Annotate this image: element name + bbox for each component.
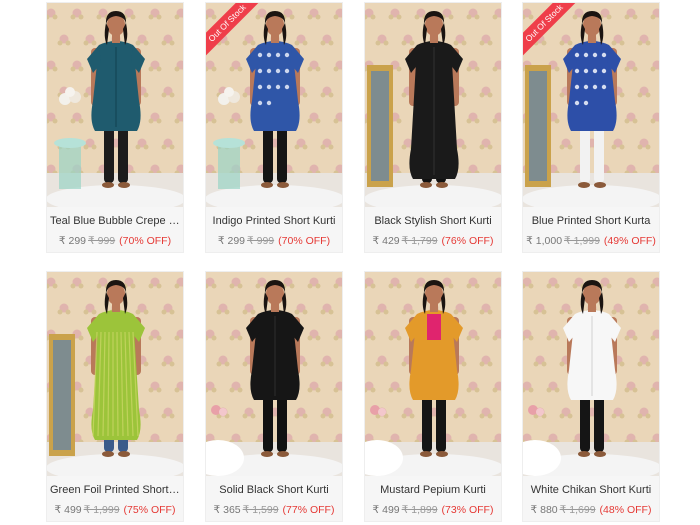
original-price: ₹ 1,599 [242,504,279,516]
price-row: ₹ 299 ₹ 999 (70% OFF) [47,235,183,247]
price-row: ₹ 299 ₹ 999 (70% OFF) [206,235,342,247]
product-title[interactable]: Black Stylish Short Kurti [365,215,501,227]
product-card[interactable]: Out Of Stock Blue Printed Short Kurta ₹ 1,… [522,2,660,253]
sale-price: ₹ 499 [372,504,400,516]
original-price: ₹ 1,999 [83,504,120,516]
original-price: ₹ 999 [88,235,116,247]
original-price: ₹ 1,999 [564,235,600,247]
product-title[interactable]: Green Foil Printed Short Ku... [47,484,183,496]
price-row: ₹ 880 ₹ 1,699 (48% OFF) [523,504,659,516]
discount-label: (48% OFF) [599,504,652,516]
product-info: Black Stylish Short Kurti ₹ 429 ₹ 1,799 (76… [365,207,501,252]
product-info: Solid Black Short Kurti ₹ 365 ₹ 1,599 (77% … [206,476,342,521]
sale-price: ₹ 880 [530,504,558,516]
product-info: White Chikan Short Kurti ₹ 880 ₹ 1,699 (48%… [523,476,659,521]
product-card[interactable]: Mustard Pepium Kurti ₹ 499 ₹ 1,899 (73% OFF… [364,271,502,522]
product-card[interactable]: Solid Black Short Kurti ₹ 365 ₹ 1,599 (77% … [205,271,343,522]
discount-label: (76% OFF) [441,235,494,247]
sale-price: ₹ 299 [58,235,87,247]
discount-label: (77% OFF) [282,504,335,516]
product-title[interactable]: Blue Printed Short Kurta [523,215,659,227]
product-image[interactable]: Out Of Stock [206,3,342,207]
product-card[interactable]: Teal Blue Bubble Crepe Sh... ₹ 299 ₹ 999 (7… [46,2,184,253]
product-card[interactable]: Black Stylish Short Kurti ₹ 429 ₹ 1,799 (76… [364,2,502,253]
product-title[interactable]: Teal Blue Bubble Crepe Sh... [47,215,183,227]
original-price: ₹ 1,899 [401,504,438,516]
product-info: Green Foil Printed Short Ku... ₹ 499 ₹ 1,9… [47,476,183,521]
product-image[interactable]: Out Of Stock [523,3,659,207]
product-card[interactable]: Out Of Stock Indigo Printed Short Kurti ₹ … [205,2,343,253]
product-info: Indigo Printed Short Kurti ₹ 299 ₹ 999 (70%… [206,207,342,252]
product-image[interactable] [47,3,183,207]
original-price: ₹ 1,699 [559,504,596,516]
original-price: ₹ 1,799 [401,235,438,247]
original-price: ₹ 999 [247,235,275,247]
sale-price: ₹ 429 [372,235,400,247]
discount-label: (49% OFF) [603,235,656,247]
product-image[interactable] [206,272,342,476]
price-row: ₹ 429 ₹ 1,799 (76% OFF) [365,235,501,247]
product-title[interactable]: Indigo Printed Short Kurti [206,215,342,227]
sale-price: ₹ 1,000 [526,235,563,247]
sale-price: ₹ 365 [213,504,241,516]
product-card[interactable]: Green Foil Printed Short Ku... ₹ 499 ₹ 1,9… [46,271,184,522]
product-image[interactable] [365,3,501,207]
discount-label: (70% OFF) [278,235,331,247]
product-title[interactable]: Solid Black Short Kurti [206,484,342,496]
product-image[interactable] [365,272,501,476]
product-image[interactable] [523,272,659,476]
product-info: Blue Printed Short Kurta ₹ 1,000 ₹ 1,999 (4… [523,207,659,252]
sale-price: ₹ 499 [54,504,82,516]
price-row: ₹ 499 ₹ 1,999 (75% OFF) [47,504,183,516]
discount-label: (70% OFF) [119,235,172,247]
price-row: ₹ 1,000 ₹ 1,999 (49% OFF) [523,235,659,247]
sale-price: ₹ 299 [217,235,246,247]
discount-label: (75% OFF) [123,504,176,516]
product-grid: Teal Blue Bubble Crepe Sh... ₹ 299 ₹ 999 (7… [0,0,700,525]
product-image[interactable] [47,272,183,476]
product-title[interactable]: Mustard Pepium Kurti [365,484,501,496]
price-row: ₹ 499 ₹ 1,899 (73% OFF) [365,504,501,516]
price-row: ₹ 365 ₹ 1,599 (77% OFF) [206,504,342,516]
product-card[interactable]: White Chikan Short Kurti ₹ 880 ₹ 1,699 (48%… [522,271,660,522]
product-title[interactable]: White Chikan Short Kurti [523,484,659,496]
discount-label: (73% OFF) [441,504,494,516]
product-info: Teal Blue Bubble Crepe Sh... ₹ 299 ₹ 999 (7… [47,207,183,252]
product-info: Mustard Pepium Kurti ₹ 499 ₹ 1,899 (73% OFF… [365,476,501,521]
